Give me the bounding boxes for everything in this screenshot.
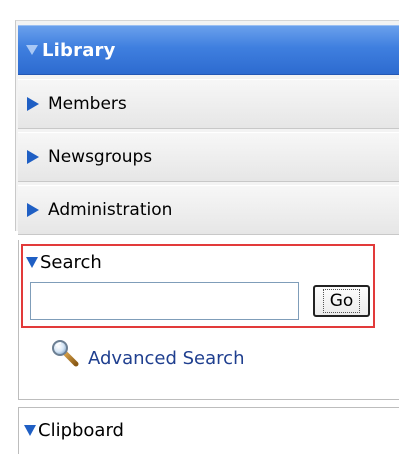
nav-item-label: Members — [48, 94, 127, 114]
clipboard-section-toggle[interactable]: Clipboard — [24, 420, 124, 441]
nav-item-newsgroups[interactable]: Newsgroups — [18, 132, 399, 182]
go-button-label: Go — [322, 289, 361, 313]
triangle-right-icon — [27, 203, 39, 217]
search-input[interactable] — [30, 282, 299, 320]
triangle-right-icon — [27, 97, 39, 111]
nav-header-label: Library — [42, 39, 116, 61]
go-button[interactable]: Go — [313, 285, 370, 317]
nav-item-administration[interactable]: Administration — [18, 185, 399, 235]
magnifier-icon — [52, 339, 79, 366]
navigation-panel-stage: Library Members Newsgroups Administratio… — [0, 0, 399, 454]
triangle-down-icon — [26, 257, 38, 268]
advanced-search-label: Advanced Search — [88, 348, 245, 369]
nav-header-library[interactable]: Library — [18, 25, 399, 75]
nav-item-members[interactable]: Members — [18, 79, 399, 129]
triangle-down-icon — [24, 425, 36, 436]
triangle-down-icon — [26, 45, 38, 55]
advanced-search-link[interactable]: Advanced Search — [50, 338, 244, 369]
triangle-right-icon — [27, 150, 39, 164]
clipboard-section-title: Clipboard — [38, 420, 124, 441]
nav-item-label: Administration — [48, 200, 173, 220]
search-section-toggle[interactable]: Search — [26, 252, 102, 273]
search-section-title: Search — [40, 252, 102, 273]
nav-item-label: Newsgroups — [48, 147, 153, 167]
